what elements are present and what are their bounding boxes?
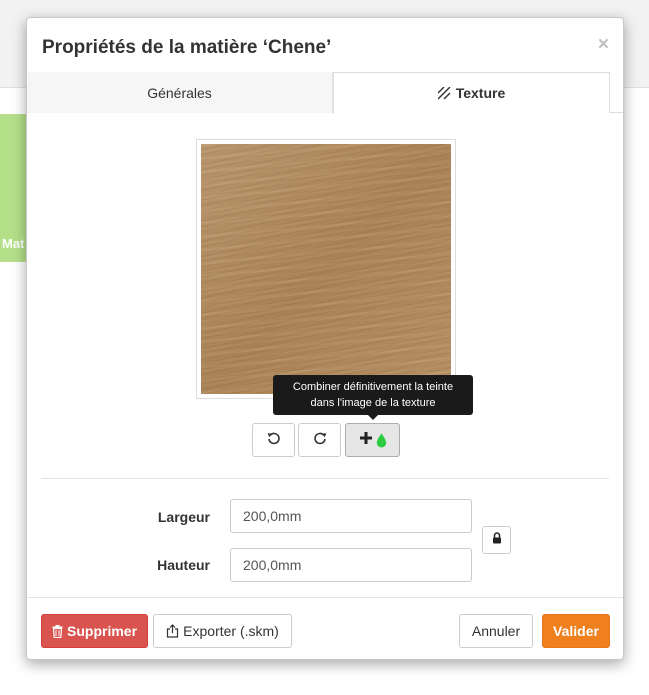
validate-button[interactable]: Valider <box>542 614 610 648</box>
width-label: Largeur <box>157 509 210 525</box>
dialog-title: Propriétés de la matière ‘Chene’ <box>42 37 332 58</box>
background-card-label: Mat <box>2 236 25 251</box>
height-input[interactable] <box>230 548 472 582</box>
tab-general[interactable]: Générales <box>27 72 333 113</box>
delete-button-label: Supprimer <box>67 623 138 639</box>
share-icon <box>166 624 179 638</box>
material-properties-dialog: Propriétés de la matière ‘Chene’ × Génér… <box>26 17 624 660</box>
tab-bar: Générales Texture <box>27 72 623 114</box>
delete-button[interactable]: Supprimer <box>41 614 148 648</box>
rotate-ccw-icon <box>266 430 282 451</box>
cancel-button[interactable]: Annuler <box>459 614 533 648</box>
rotate-right-button[interactable] <box>298 423 341 457</box>
combine-tint-tooltip: Combiner définitivement la teinte dans l… <box>273 375 473 420</box>
tooltip-line-1: Combiner définitivement la teinte <box>292 381 454 393</box>
export-button[interactable]: Exporter (.skm) <box>153 614 292 648</box>
lock-ratio-button[interactable] <box>482 526 511 554</box>
close-button[interactable]: × <box>598 34 609 56</box>
export-button-label: Exporter (.skm) <box>183 623 279 639</box>
trash-icon <box>52 624 63 638</box>
tab-general-label: Générales <box>147 84 212 101</box>
lock-icon <box>492 531 502 549</box>
rotate-left-button[interactable] <box>252 423 295 457</box>
texture-preview-image <box>201 144 451 394</box>
combine-tint-button[interactable] <box>345 423 400 457</box>
dialog-footer: Supprimer Exporter (.skm) Annuler Valide… <box>27 597 623 659</box>
width-input[interactable] <box>230 499 472 533</box>
drop-icon <box>376 433 387 448</box>
section-divider <box>41 478 609 479</box>
plus-icon <box>359 431 373 450</box>
tab-texture[interactable]: Texture <box>333 72 610 114</box>
tooltip-arrow <box>368 415 378 420</box>
texture-preview-frame <box>196 139 456 399</box>
hatch-icon <box>437 86 451 100</box>
tab-texture-label: Texture <box>455 85 506 101</box>
height-label: Hauteur <box>157 557 210 573</box>
tooltip-line-2: dans l'image de la texture <box>310 397 436 409</box>
rotate-cw-icon <box>312 430 328 451</box>
